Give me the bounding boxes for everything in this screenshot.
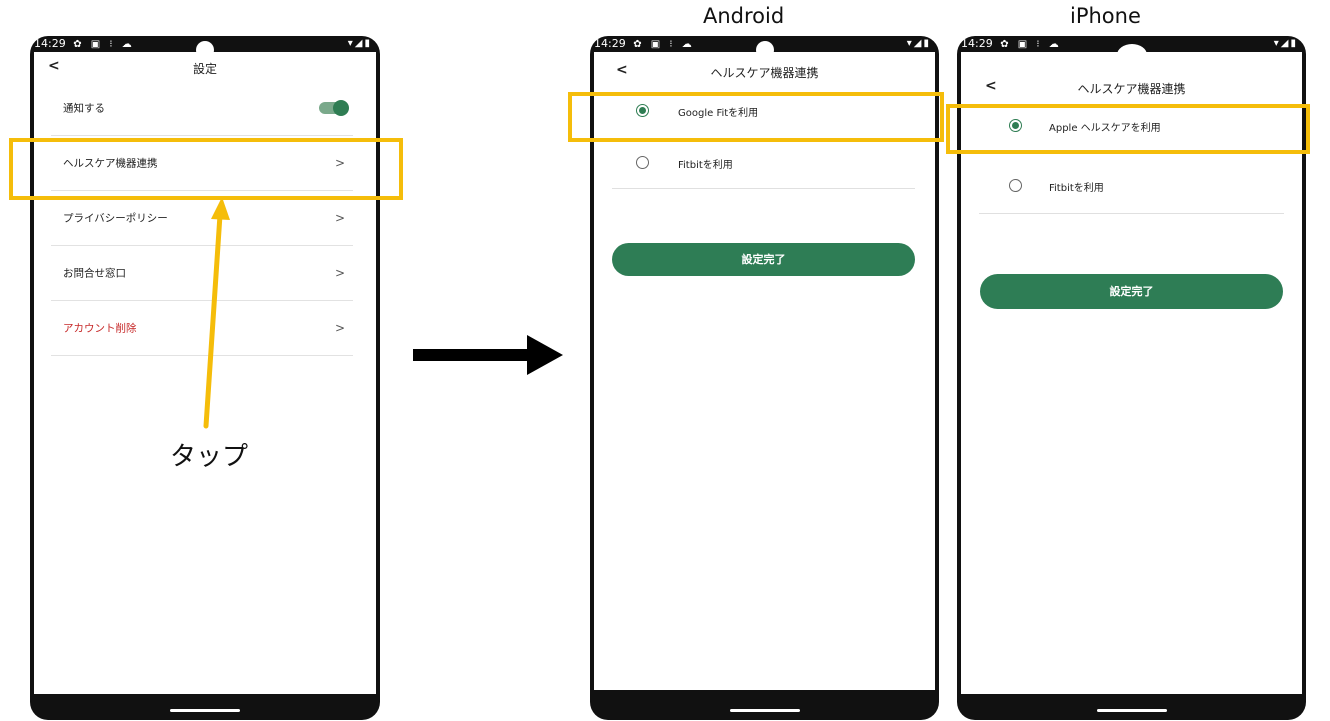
android-screen: < ヘルスケア機器連携 Google Fitを利用 Fitbitを利用 設定完了 (594, 52, 935, 690)
android-caption: Android (703, 4, 785, 28)
google-fit-highlight (568, 92, 944, 142)
notify-toggle[interactable] (319, 100, 349, 116)
status-right-icons: ▾◢▮ (347, 38, 372, 49)
tap-pointer-arrow (203, 197, 230, 429)
android-header: < ヘルスケア機器連携 (594, 58, 935, 92)
status-time: 14:29 (594, 37, 626, 50)
page-title: 設定 (192, 62, 217, 76)
status-time: 14:29 (34, 37, 66, 50)
iphone-caption: iPhone (1070, 4, 1141, 28)
radio-unselected[interactable] (1009, 179, 1022, 192)
privacy-label: プライバシーポリシー (63, 212, 168, 225)
radio-unselected[interactable] (636, 156, 649, 169)
chevron-right-icon: > (334, 266, 345, 280)
status-left-icons: ✿ ▣ ⁝ ☁ (1000, 39, 1062, 50)
option-label: Fitbitを利用 (678, 160, 733, 171)
home-indicator (729, 709, 800, 712)
complete-settings-button[interactable]: 設定完了 (612, 243, 915, 276)
divider (979, 213, 1284, 214)
home-indicator (170, 709, 240, 712)
toggle-knob (333, 100, 349, 116)
contact-label: お問合せ窓口 (63, 267, 126, 280)
option-fitbit[interactable]: Fitbitを利用 (975, 179, 1278, 199)
status-time: 14:29 (961, 37, 993, 50)
chevron-right-icon: > (334, 321, 345, 335)
divider (612, 188, 915, 189)
option-fitbit[interactable]: Fitbitを利用 (608, 156, 911, 176)
delete-account-label: アカウント削除 (63, 322, 137, 335)
home-indicator (1096, 709, 1167, 712)
status-left-icons: ✿ ▣ ⁝ ☁ (633, 39, 695, 50)
tap-caption: タップ (170, 442, 249, 472)
page-title: ヘルスケア機器連携 (710, 66, 819, 80)
chevron-right-icon: > (334, 211, 345, 225)
apple-health-highlight (946, 104, 1310, 154)
status-right-icons: ▾◢▮ (906, 38, 931, 49)
settings-row-notify: 通知する (51, 81, 353, 136)
status-left-icons: ✿ ▣ ⁝ ☁ (73, 39, 135, 50)
notify-label: 通知する (63, 102, 105, 115)
iphone-header: < ヘルスケア機器連携 (961, 74, 1302, 108)
status-right-icons: ▾◢▮ (1273, 38, 1298, 49)
healthcare-row-highlight (9, 138, 403, 200)
page-title: ヘルスケア機器連携 (1077, 82, 1186, 96)
transition-arrow-shaft (413, 349, 528, 361)
transition-arrow-head (527, 335, 563, 375)
complete-settings-button[interactable]: 設定完了 (980, 274, 1283, 309)
option-label: Fitbitを利用 (1049, 183, 1104, 194)
